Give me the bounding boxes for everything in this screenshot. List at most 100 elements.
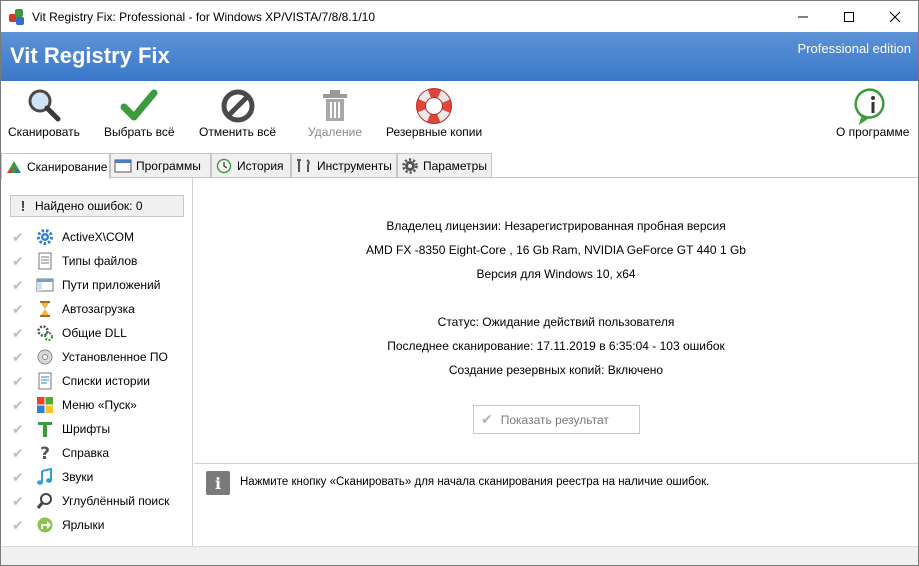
license-owner: Владелец лицензии: Незарегистрированная … — [386, 219, 726, 233]
music-note-icon — [36, 468, 54, 486]
backups-button[interactable]: Резервные копии — [386, 87, 482, 139]
hardware-info: AMD FX -8350 Eight-Core , 16 Gb Ram, NVI… — [366, 243, 746, 257]
close-button[interactable] — [872, 1, 918, 32]
trash-icon — [323, 90, 348, 121]
category-label: Общие DLL — [62, 326, 127, 340]
category-item[interactable]: ✔ Типы файлов — [1, 249, 191, 273]
errors-found-label: Найдено ошибок: 0 — [35, 199, 143, 213]
checkmark-icon[interactable]: ✔ — [12, 397, 28, 414]
tab-scan-label: Сканирование — [27, 159, 108, 174]
status-text: Статус: Ожидание действий пользователя — [437, 315, 675, 329]
tab-history-label: История — [237, 159, 284, 173]
document-icon — [36, 252, 54, 270]
checkmark-icon[interactable]: ✔ — [12, 301, 28, 318]
magnifier-icon — [36, 492, 54, 510]
category-label: Углублённый поиск — [62, 494, 170, 508]
category-label: Установленное ПО — [62, 350, 168, 364]
select-all-button[interactable]: Выбрать всё — [104, 87, 175, 139]
gears-icon — [36, 324, 54, 342]
os-version: Версия для Windows 10, x64 — [476, 267, 636, 281]
checkmark-icon[interactable]: ✔ — [12, 325, 28, 342]
cancel-all-label: Отменить всё — [199, 125, 277, 139]
category-item[interactable]: ✔ Ярлыки — [1, 513, 191, 537]
category-item[interactable]: ✔ Пути приложений — [1, 273, 191, 297]
scan-categories-panel: ! Найдено ошибок: 0 ✔ ActiveX\COM ✔ Типы фа… — [1, 178, 193, 546]
window-icon — [114, 159, 132, 173]
category-item[interactable]: ✔ Звуки — [1, 465, 191, 489]
maximize-icon — [844, 11, 854, 22]
category-item[interactable]: ✔ Списки истории — [1, 369, 191, 393]
checkmark-icon[interactable]: ✔ — [12, 493, 28, 510]
category-item[interactable]: ✔ Автозагрузка — [1, 297, 191, 321]
info-icon — [854, 88, 885, 125]
about-button[interactable]: О программе — [836, 87, 909, 139]
category-label: Автозагрузка — [62, 302, 135, 316]
shortcut-icon — [36, 516, 54, 534]
hourglass-icon — [36, 300, 54, 318]
category-item[interactable]: ✔ Общие DLL — [1, 321, 191, 345]
minimize-button[interactable] — [780, 1, 826, 32]
info-icon: i — [206, 471, 230, 495]
show-results-label: Показать результат — [500, 412, 609, 427]
checkmark-icon[interactable]: ✔ — [12, 253, 28, 270]
prohibited-icon — [221, 89, 255, 123]
checkmark-icon[interactable]: ✔ — [12, 277, 28, 294]
hint-panel: i Нажмите кнопку «Сканировать» для начал… — [194, 463, 918, 546]
magnifier-icon — [28, 89, 61, 122]
exclamation-icon: ! — [20, 197, 26, 215]
clock-icon — [216, 158, 232, 174]
gear-icon — [36, 228, 54, 246]
checkmark-icon[interactable]: ✔ — [12, 421, 28, 438]
category-label: Пути приложений — [62, 278, 161, 292]
question-icon: ? — [36, 444, 54, 462]
category-list: ✔ ActiveX\COM ✔ Типы файлов ✔ Пути приложений… — [1, 225, 191, 537]
errors-found-box: ! Найдено ошибок: 0 — [10, 195, 184, 217]
category-item[interactable]: ✔ ActiveX\COM — [1, 225, 191, 249]
cancel-all-button[interactable]: Отменить всё — [199, 87, 276, 139]
status-bar — [1, 546, 918, 565]
edition-label: Professional edition — [797, 41, 911, 56]
banner-title: Vit Registry Fix — [10, 43, 170, 68]
checkmark-icon[interactable]: ✔ — [12, 469, 28, 486]
font-icon — [36, 420, 54, 438]
category-item[interactable]: ✔ Углублённый поиск — [1, 489, 191, 513]
checkmark-icon[interactable]: ✔ — [12, 445, 28, 462]
window-icon — [36, 276, 54, 294]
checkmark-icon[interactable]: ✔ — [12, 517, 28, 534]
category-label: Шрифты — [62, 422, 111, 436]
show-results-button[interactable]: ✔ Показать результат — [473, 405, 640, 434]
maximize-button[interactable] — [826, 1, 872, 32]
category-item[interactable]: ✔? Справка — [1, 441, 191, 465]
category-label: Списки истории — [62, 374, 150, 388]
scan-button[interactable]: Сканировать — [8, 87, 80, 139]
tab-scan[interactable]: Сканирование — [1, 153, 110, 179]
checkmark-icon[interactable]: ✔ — [12, 373, 28, 390]
category-label: ActiveX\COM — [62, 230, 135, 244]
delete-button[interactable]: Удаление — [308, 87, 362, 139]
category-label: Ярлыки — [62, 518, 105, 532]
tab-programs[interactable]: Программы — [110, 153, 211, 178]
svg-text:?: ? — [40, 444, 50, 462]
windows-logo-icon — [36, 396, 54, 414]
wrench-icon — [297, 159, 310, 172]
info-panel: Владелец лицензии: Незарегистрированная … — [194, 178, 918, 463]
hint-text: Нажмите кнопку «Сканировать» для начала … — [240, 476, 710, 488]
tab-tools[interactable]: Инструменты — [291, 153, 397, 178]
category-item[interactable]: ✔ Установленное ПО — [1, 345, 191, 369]
tab-history[interactable]: История — [211, 153, 291, 178]
delete-label: Удаление — [308, 125, 363, 139]
tab-settings[interactable]: Параметры — [397, 153, 492, 178]
select-all-label: Выбрать всё — [104, 125, 175, 139]
category-item[interactable]: ✔ Шрифты — [1, 417, 191, 441]
checkmark-icon[interactable]: ✔ — [12, 349, 28, 366]
category-label: Звуки — [62, 470, 94, 484]
category-item[interactable]: ✔ Меню «Пуск» — [1, 393, 191, 417]
last-scan-text: Последнее сканирование: 17.11.2019 в 6:3… — [387, 339, 725, 353]
checkmark-icon[interactable]: ✔ — [12, 229, 28, 246]
gear-icon — [402, 158, 418, 174]
category-label: Типы файлов — [62, 254, 138, 268]
backup-status: Создание резервных копий: Включено — [448, 363, 664, 377]
category-label: Справка — [62, 446, 110, 460]
lifebuoy-icon — [416, 88, 453, 124]
category-label: Меню «Пуск» — [62, 398, 137, 412]
